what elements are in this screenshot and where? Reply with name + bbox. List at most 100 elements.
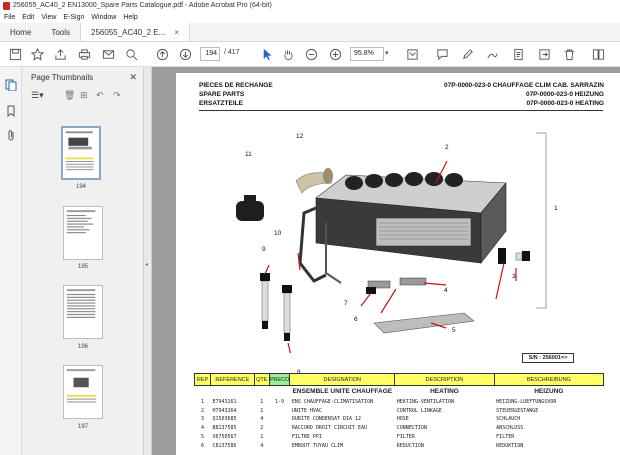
menu-view[interactable]: View — [41, 14, 56, 21]
cell-qte: 4 — [260, 416, 264, 423]
panel-splitter[interactable]: ◂ — [144, 67, 152, 455]
cell-designation: EMBOUT TUYAU CLIM — [291, 442, 343, 449]
group-designation: ENSEMBLE UNITE CHAUFFAGE — [292, 388, 393, 396]
menu-help[interactable]: Help — [123, 14, 137, 21]
table-row: 6 C8137586 4 EMBOUT TUYAU CLIM REDUCTION… — [195, 441, 604, 450]
menu-file[interactable]: File — [4, 14, 15, 21]
tab-tools-label: Tools — [51, 27, 71, 37]
collapse-panel-icon[interactable]: ◂ — [145, 261, 148, 268]
cell-qte: 2 — [260, 425, 264, 432]
window-title: 256055_AC40_2 EN13000_Spare Parts Catalo… — [13, 2, 272, 9]
left-navigation-rail — [0, 67, 22, 455]
thumbnail-options-icon[interactable]: ☰▾ — [31, 90, 44, 101]
cell-preco — [269, 433, 290, 442]
trash-icon[interactable] — [561, 46, 577, 62]
print-icon[interactable] — [76, 46, 92, 62]
menu-window[interactable]: Window — [91, 14, 116, 21]
hand-tool-icon[interactable] — [280, 46, 296, 62]
tab-home[interactable]: Home — [0, 23, 41, 41]
export-pdf-icon[interactable] — [536, 46, 552, 62]
thumbnails-panel-title: Page Thumbnails — [31, 72, 94, 82]
cell-preco — [269, 406, 290, 415]
header-left-fr: PIECES DE RECHANGE — [199, 82, 273, 89]
bookmarks-icon[interactable] — [5, 105, 17, 118]
cell-beschreibung: HEIZUNG-LUEFTUNGSVOR — [496, 398, 557, 405]
tab-tools[interactable]: Tools — [41, 23, 80, 41]
draw-icon[interactable] — [484, 46, 500, 62]
page-total-label: / 417 — [224, 49, 240, 56]
part-11-shape — [236, 195, 264, 221]
header-right-de: 07P-0000-023-0 HEIZUNG — [525, 91, 604, 98]
bookmark-star-icon[interactable] — [29, 46, 45, 62]
zoom-in-icon[interactable] — [327, 46, 343, 62]
close-tab-icon[interactable]: × — [174, 28, 179, 37]
table-header-row: REP REFERENCE QTE PRECO DESIGNATION DESC… — [194, 373, 605, 386]
chevron-down-icon[interactable]: ▾ — [385, 49, 389, 57]
tab-document[interactable]: 256055_AC40_2 E... × — [80, 23, 190, 41]
cell-reference: X6750567 — [212, 434, 237, 441]
cell-description: CONTROL LINKAGE — [396, 407, 442, 414]
callout-7: 7 — [344, 300, 348, 307]
callout-10: 10 — [274, 230, 282, 237]
page-thumbnails-icon[interactable] — [5, 79, 17, 92]
cell-designation: UNITE HVAC — [291, 407, 322, 414]
cell-description: HEATING-VENTILATION — [396, 398, 454, 405]
thumbnail-page-197[interactable] — [63, 365, 103, 419]
tab-home-label: Home — [10, 27, 32, 37]
cell-preco — [269, 424, 290, 433]
table-row: 2 H7943264 1 UNITE HVAC CONTROL LINKAGE … — [195, 406, 604, 415]
cell-reference: C8137586 — [212, 442, 237, 449]
upload-icon[interactable] — [52, 46, 68, 62]
cell-description: HOSE — [396, 416, 409, 423]
cell-description: REDUCTION — [396, 442, 424, 449]
thumbnail-table-preview — [66, 210, 96, 234]
attachment-icon[interactable] — [5, 129, 17, 141]
thumbnail-page-196[interactable] — [63, 285, 103, 339]
cell-preco — [269, 441, 290, 450]
tab-bar: Home Tools 256055_AC40_2 E... × — [0, 23, 620, 42]
col-designation: DESIGNATION — [289, 373, 396, 386]
document-viewport[interactable]: PIECES DE RECHANGE SPARE PARTS ERSATZTEI… — [152, 67, 620, 455]
next-page-icon[interactable] — [177, 46, 193, 62]
menu-edit[interactable]: Edit — [22, 14, 34, 21]
table-row: 5 X6750567 1 FILTRE PPI FILTER FILTER — [195, 433, 604, 442]
redo-icon[interactable]: ↷ — [113, 90, 121, 101]
callout-4: 4 — [444, 287, 448, 294]
zoom-out-icon[interactable] — [303, 46, 319, 62]
callout-9: 9 — [262, 246, 266, 253]
cell-description: FILTER — [396, 434, 415, 441]
thumbnail-diagram-preview — [65, 131, 94, 171]
organize-pages-icon[interactable] — [590, 46, 606, 62]
save-icon[interactable] — [7, 46, 23, 62]
menu-esign[interactable]: E-Sign — [63, 14, 84, 21]
menu-bar: File Edit View E-Sign Window Help — [0, 11, 620, 23]
fit-page-icon[interactable] — [404, 46, 420, 62]
delete-page-icon[interactable]: 🗑 — [64, 90, 75, 101]
header-right-en: 07P-0000-023-0 HEATING — [526, 100, 604, 107]
table-row: 1 E7943261 1 1-9 ENS CHAUFFAGE-CLIMATISA… — [195, 398, 604, 407]
callout-5: 5 — [452, 327, 456, 334]
cell-rep: 6 — [200, 442, 204, 449]
page-number-input[interactable]: 194 — [200, 47, 220, 61]
cell-beschreibung: REDUKTION — [496, 442, 524, 449]
thumbnails-toolbar: ☰▾ 🗑 ⊞ ↶ ↷ — [22, 87, 143, 105]
select-cursor-icon[interactable] — [258, 46, 274, 62]
fill-sign-icon[interactable] — [510, 46, 526, 62]
cell-beschreibung: FILTER — [496, 434, 515, 441]
comment-icon[interactable] — [434, 46, 450, 62]
email-icon[interactable] — [100, 46, 116, 62]
insert-page-icon[interactable]: ⊞ — [80, 90, 88, 101]
previous-page-icon[interactable] — [154, 46, 170, 62]
close-panel-icon[interactable]: ✕ — [129, 72, 137, 83]
group-beschreibung: HEIZUNG — [534, 388, 564, 396]
exploded-parts-diagram — [236, 132, 547, 353]
undo-icon[interactable]: ↶ — [96, 90, 104, 101]
thumbnail-page-195[interactable] — [63, 206, 103, 260]
cell-rep: 5 — [200, 434, 204, 441]
zoom-level-select[interactable]: 95.8% — [350, 47, 384, 61]
thumbnail-page-194[interactable] — [61, 126, 101, 180]
highlight-pen-icon[interactable] — [459, 46, 475, 62]
acrobat-app-icon — [3, 1, 10, 10]
thumbnail-label-194: 194 — [75, 184, 86, 190]
search-icon[interactable] — [123, 46, 139, 62]
